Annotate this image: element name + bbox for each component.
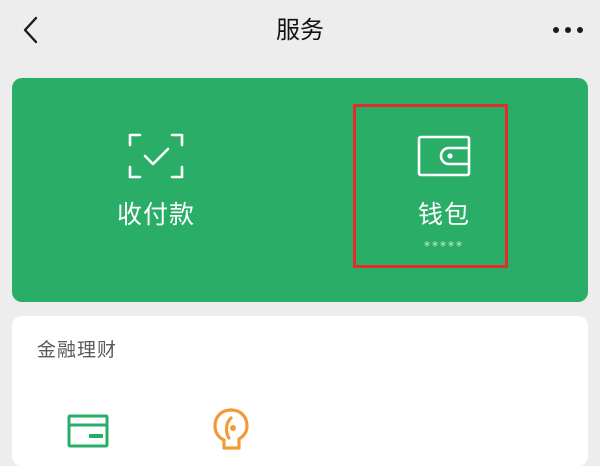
wealth-icon[interactable] [211,406,251,450]
wallet-tile[interactable]: 钱包 ***** [300,78,588,302]
payment-card: 收付款 钱包 ***** [12,78,588,302]
more-dots-icon [553,27,583,33]
finance-section-title: 金融理财 [37,339,118,361]
more-button[interactable] [548,13,588,47]
wallet-icon [417,135,471,177]
receive-pay-label: 收付款 [116,200,195,229]
wallet-balance-masked: ***** [424,239,464,253]
finance-section: 金融理财 [12,316,588,466]
page-title: 服务 [276,16,324,44]
receive-pay-tile[interactable]: 收付款 [12,78,300,302]
nav-bar: 服务 [0,0,600,60]
scan-check-icon [128,133,184,179]
card-icon[interactable] [67,414,109,450]
wallet-label: 钱包 [417,200,470,229]
